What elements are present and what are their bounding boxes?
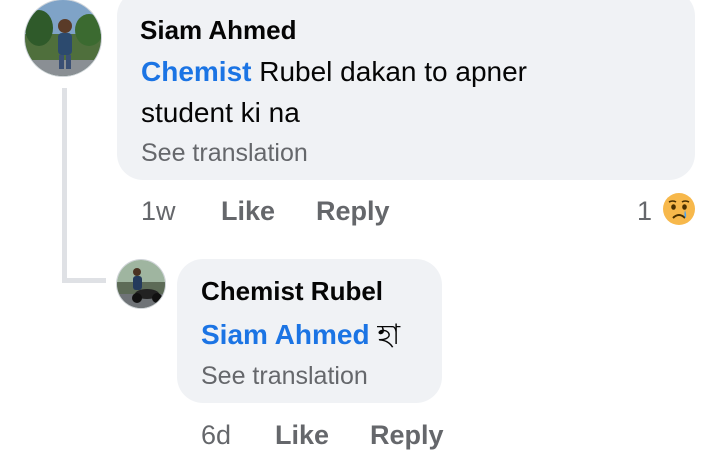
profile-photo-icon — [25, 0, 101, 76]
reply-text-body: হা — [369, 319, 401, 350]
avatar[interactable] — [25, 0, 101, 76]
comment-text-line2: student ki na — [141, 97, 300, 128]
thread-connector-line — [62, 88, 67, 283]
crying-face-icon[interactable] — [660, 190, 698, 228]
reply-reply-button[interactable]: Reply — [370, 420, 444, 451]
reply-avatar[interactable] — [117, 260, 165, 308]
reply-see-translation-link[interactable]: See translation — [201, 362, 368, 391]
reply-like-button[interactable]: Like — [275, 420, 329, 451]
reply-text: Siam Ahmed হা — [201, 314, 436, 355]
reply-mention-link[interactable]: Siam Ahmed — [201, 319, 370, 350]
mention-link[interactable]: Chemist — [141, 56, 251, 87]
reply-button[interactable]: Reply — [316, 196, 390, 227]
reply-timestamp[interactable]: 6d — [201, 420, 231, 451]
see-translation-link[interactable]: See translation — [141, 139, 308, 168]
thread-connector-branch — [62, 278, 106, 283]
comment-author-name[interactable]: Siam Ahmed — [140, 15, 297, 46]
reaction-count[interactable]: 1 — [637, 196, 652, 227]
like-button[interactable]: Like — [221, 196, 275, 227]
comment-text-line1: Rubel dakan to apner — [251, 56, 527, 87]
profile-photo-icon — [117, 260, 165, 308]
reply-author-name[interactable]: Chemist Rubel — [201, 276, 383, 307]
comment-timestamp[interactable]: 1w — [141, 196, 176, 227]
comment-text: Chemist Rubel dakan to apner student ki … — [141, 51, 681, 133]
